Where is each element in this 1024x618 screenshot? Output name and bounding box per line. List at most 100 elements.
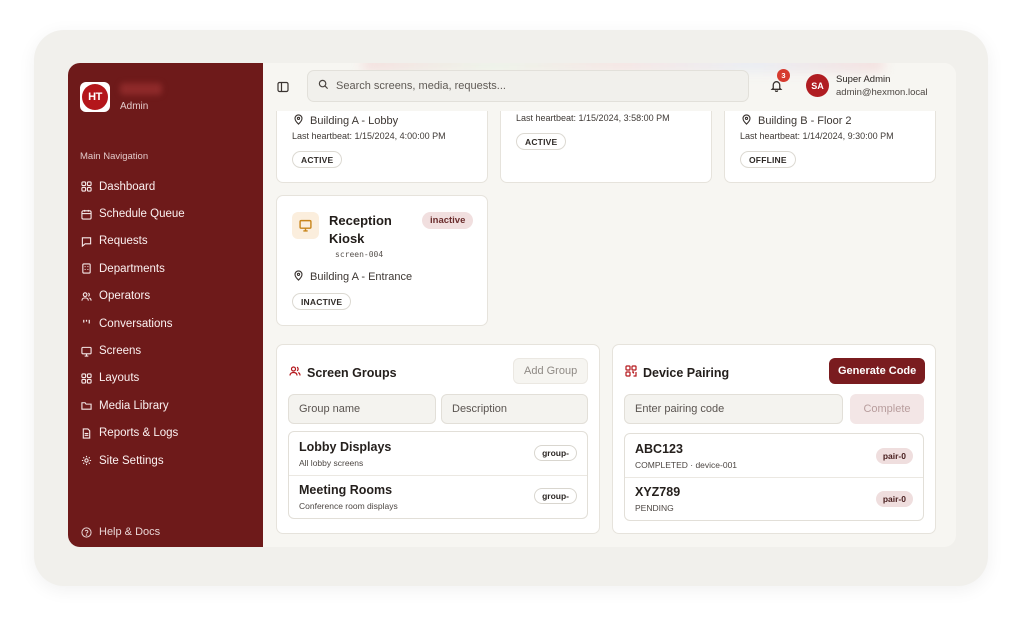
building-icon	[80, 263, 92, 275]
screen-location: Building A - Entrance	[293, 270, 412, 284]
pairing-tag: pair-0	[875, 491, 913, 507]
search-icon	[318, 79, 336, 93]
sidebar: HT Admin Main Navigation Dashboard Sched…	[68, 63, 263, 547]
status-badge: inactive	[422, 212, 474, 229]
top-bar: Search screens, media, requests... 3 SA …	[263, 63, 956, 111]
sidebar-item-requests[interactable]: Requests	[80, 228, 185, 255]
map-pin-icon	[741, 114, 758, 128]
sidebar-item-departments[interactable]: Departments	[80, 255, 185, 282]
search-placeholder: Search screens, media, requests...	[336, 80, 506, 92]
group-description: Conference room displays	[299, 501, 398, 511]
pairing-status: PENDING	[635, 503, 674, 513]
sidebar-item-operators[interactable]: Operators	[80, 283, 185, 310]
help-docs-link[interactable]: Help & Docs	[80, 526, 160, 538]
group-tag: group-	[534, 445, 577, 461]
user-name: Super Admin	[836, 74, 891, 85]
nav-heading: Main Navigation	[80, 151, 149, 162]
complete-button[interactable]: Complete	[850, 394, 924, 424]
group-name-input[interactable]: Group name	[288, 394, 436, 424]
list-item[interactable]: XYZ789 PENDING pair-0	[625, 478, 923, 521]
group-name: Lobby Displays	[299, 440, 392, 454]
group-name: Meeting Rooms	[299, 483, 393, 497]
sidebar-item-label: Layouts	[99, 372, 140, 385]
layout-icon	[80, 372, 92, 384]
logo-mark: HT	[82, 84, 108, 110]
screen-groups-panel: Screen Groups Add Group Group name Descr…	[276, 344, 600, 534]
device-pairing-title: Device Pairing	[625, 365, 729, 380]
pairing-tag: pair-0	[875, 448, 913, 464]
pairings-list: ABC123 COMPLETED · device-001 pair-0 XYZ…	[624, 433, 924, 521]
screen-location: Building B - Floor 2	[741, 114, 852, 128]
sidebar-item-reports-logs[interactable]: Reports & Logs	[80, 420, 185, 447]
search-input[interactable]: Search screens, media, requests...	[307, 70, 749, 102]
list-item[interactable]: Meeting Rooms Conference room displays g…	[289, 476, 587, 519]
brand-name-blurred	[120, 83, 162, 95]
section-title-text: Screen Groups	[307, 365, 397, 380]
sidebar-item-label: Site Settings	[99, 454, 164, 467]
sidebar-item-media-library[interactable]: Media Library	[80, 392, 185, 419]
main-navigation: Dashboard Schedule Queue Requests Depart…	[80, 173, 185, 474]
qr-code-icon	[625, 365, 643, 380]
list-item[interactable]: ABC123 COMPLETED · device-001 pair-0	[625, 434, 923, 477]
sidebar-item-label: Reports & Logs	[99, 427, 179, 440]
sidebar-item-schedule-queue[interactable]: Schedule Queue	[80, 200, 185, 227]
group-description: All lobby screens	[299, 458, 364, 468]
status-badge: ACTIVE	[516, 133, 567, 150]
sidebar-item-label: Operators	[99, 290, 151, 303]
users-icon	[80, 290, 92, 302]
map-pin-icon	[293, 114, 310, 128]
help-label: Help & Docs	[99, 526, 161, 538]
sidebar-item-layouts[interactable]: Layouts	[80, 365, 185, 392]
screen-name: Reception Kiosk	[329, 213, 392, 246]
screen-groups-title: Screen Groups	[289, 365, 397, 380]
pairing-code: ABC123	[635, 442, 683, 456]
folder-icon	[80, 400, 92, 412]
pairing-code: XYZ789	[635, 485, 681, 499]
sidebar-item-label: Screens	[99, 345, 142, 358]
gear-icon	[80, 455, 92, 467]
sidebar-item-label: Conversations	[99, 317, 173, 330]
sidebar-item-label: Departments	[99, 262, 165, 275]
sidebar-item-screens[interactable]: Screens	[80, 337, 185, 364]
group-description-input[interactable]: Description	[441, 394, 588, 424]
monitor-icon	[292, 212, 319, 239]
list-item[interactable]: Lobby Displays All lobby screens group-	[289, 432, 587, 475]
users-icon	[289, 365, 307, 380]
monitor-icon	[80, 345, 92, 357]
location-text: Building B - Floor 2	[758, 115, 852, 127]
sidebar-item-site-settings[interactable]: Site Settings	[80, 447, 185, 474]
group-tag: group-	[534, 488, 577, 504]
user-email: admin@hexmon.local	[836, 87, 928, 98]
grid-icon	[80, 181, 92, 193]
status-badge: OFFLINE	[740, 151, 796, 168]
sidebar-item-label: Schedule Queue	[99, 208, 185, 221]
pairing-status: COMPLETED · device-001	[635, 460, 738, 470]
status-badge: INACTIVE	[292, 293, 352, 310]
logo[interactable]: HT	[80, 82, 110, 112]
status-badge: ACTIVE	[292, 151, 343, 168]
generate-code-button[interactable]: Generate Code	[829, 358, 926, 384]
device-pairing-panel: Device Pairing Generate Code Enter pairi…	[612, 344, 936, 534]
section-title-text: Device Pairing	[643, 365, 730, 380]
screen-card-reception-kiosk[interactable]: Reception Kiosk screen-004 inactive Buil…	[276, 195, 488, 326]
sidebar-toggle-icon[interactable]	[277, 80, 289, 93]
location-text: Building A - Entrance	[310, 271, 413, 283]
sidebar-item-label: Dashboard	[99, 180, 156, 193]
heartbeat-text: Last heartbeat: 1/15/2024, 3:58:00 PM	[516, 113, 670, 123]
pairing-code-input[interactable]: Enter pairing code	[624, 394, 843, 424]
sidebar-item-label: Requests	[99, 235, 148, 248]
screen-code: screen-004	[335, 250, 384, 259]
sidebar-item-label: Media Library	[99, 399, 169, 412]
chat-icon	[80, 318, 92, 330]
add-group-button[interactable]: Add Group	[513, 358, 589, 384]
file-icon	[80, 427, 92, 439]
sidebar-item-dashboard[interactable]: Dashboard	[80, 173, 185, 200]
notification-badge: 3	[777, 69, 790, 82]
sidebar-item-conversations[interactable]: Conversations	[80, 310, 185, 337]
main-content: Search screens, media, requests... 3 SA …	[263, 63, 956, 547]
calendar-icon	[80, 208, 92, 220]
heartbeat-text: Last heartbeat: 1/14/2024, 9:30:00 PM	[740, 131, 894, 141]
app-window: HT Admin Main Navigation Dashboard Sched…	[68, 63, 956, 547]
help-circle-icon	[80, 526, 92, 538]
avatar[interactable]: SA	[806, 74, 829, 97]
